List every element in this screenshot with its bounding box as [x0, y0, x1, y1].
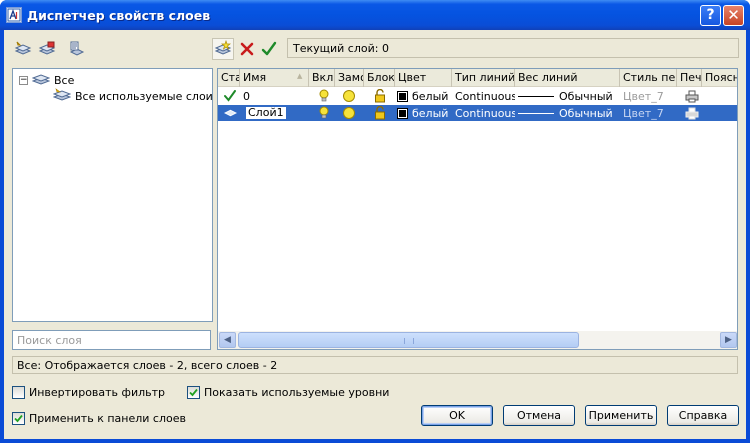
- show-used-label: Показать используемые уровни: [204, 386, 390, 399]
- new-group-filter-icon[interactable]: [36, 38, 58, 60]
- new-layer-icon[interactable]: [212, 38, 234, 60]
- linetype-cell[interactable]: Continuous: [452, 105, 515, 121]
- invert-filter-label: Инвертировать фильтр: [29, 386, 165, 399]
- layers-stack-icon: [31, 72, 51, 89]
- layer-name-cell[interactable]: 0: [240, 88, 309, 104]
- lock-open-icon[interactable]: [370, 105, 395, 121]
- apply-button[interactable]: Применить: [585, 405, 657, 426]
- color-cell[interactable]: белый: [395, 105, 452, 121]
- layer-status-icon[interactable]: [221, 105, 240, 121]
- layer-search-input[interactable]: Поиск слоя: [12, 330, 211, 350]
- set-current-icon[interactable]: [258, 38, 280, 60]
- status-bar: Все: Отображается слоев - 2, всего слоев…: [12, 356, 738, 374]
- color-name: белый: [412, 89, 449, 103]
- layer-name-cell[interactable]: Слой1: [242, 105, 309, 121]
- color-swatch: [397, 90, 408, 102]
- col-lock[interactable]: Блок: [364, 69, 395, 87]
- current-layer-label: Текущий слой: 0: [287, 38, 739, 58]
- apply-to-toolbar-label: Применить к панели слоев: [29, 412, 186, 425]
- scroll-grip: [404, 338, 414, 344]
- table-row[interactable]: 0 белый Continuous Обычный Цвет_7: [218, 88, 737, 104]
- used-layers-filter-icon: [52, 88, 72, 105]
- layer-manager-window: Диспетчер свойств слоев ? ✕ Текущий слой…: [0, 0, 750, 443]
- layer-name-edit-field[interactable]: Слой1: [245, 106, 287, 120]
- table-row[interactable]: Слой1 белый Continuous Обычный Цвет_7: [218, 105, 737, 121]
- col-name-label: Имя: [243, 71, 267, 84]
- title-bar[interactable]: Диспетчер свойств слоев ? ✕: [0, 0, 750, 30]
- show-used-checkbox[interactable]: [187, 386, 200, 399]
- dialog-body: Текущий слой: 0 − Все Все используемые с…: [4, 30, 746, 439]
- invert-filter-option[interactable]: Инвертировать фильтр: [12, 386, 165, 399]
- lineweight-sample: [518, 95, 554, 97]
- lineweight-sample: [518, 112, 554, 114]
- lineweight-cell[interactable]: Обычный: [515, 88, 620, 104]
- color-cell[interactable]: белый: [395, 88, 452, 104]
- filter-tree[interactable]: − Все Все используемые слои: [12, 68, 213, 322]
- col-description[interactable]: Поясн: [702, 69, 737, 87]
- horizontal-scrollbar[interactable]: ◀ ▶: [218, 331, 737, 349]
- ok-button[interactable]: OK: [421, 405, 493, 426]
- window-title: Диспетчер свойств слоев: [27, 8, 211, 23]
- col-color[interactable]: Цвет: [395, 69, 452, 87]
- col-linetype[interactable]: Тип линий: [452, 69, 515, 87]
- plotstyle-cell[interactable]: Цвет_7: [620, 88, 677, 104]
- layer-states-manager-icon[interactable]: [66, 38, 88, 60]
- lineweight-label: Обычный: [559, 106, 613, 120]
- lock-open-icon[interactable]: [370, 88, 395, 104]
- sun-thawed-icon[interactable]: [339, 105, 364, 121]
- grid-header: Ста Имя ▲ Вкл Замо Блок Цвет Тип линий В…: [218, 69, 737, 87]
- collapse-toggle[interactable]: −: [19, 76, 28, 85]
- cancel-button[interactable]: Отмена: [503, 405, 575, 426]
- col-name[interactable]: Имя ▲: [240, 69, 309, 87]
- col-plot[interactable]: Печ: [677, 69, 702, 87]
- layers-grid[interactable]: Ста Имя ▲ Вкл Замо Блок Цвет Тип линий В…: [217, 68, 738, 350]
- tree-item-used-layers[interactable]: Все используемые слои: [52, 88, 213, 105]
- apply-to-toolbar-checkbox[interactable]: [12, 412, 25, 425]
- new-properties-filter-icon[interactable]: [12, 38, 34, 60]
- close-button[interactable]: ✕: [723, 5, 744, 26]
- help-button[interactable]: Справка: [667, 405, 739, 426]
- col-plotstyle[interactable]: Стиль пе: [620, 69, 677, 87]
- lightbulb-on-icon[interactable]: [315, 105, 335, 121]
- plotstyle-cell[interactable]: Цвет_7: [620, 105, 677, 121]
- color-swatch: [397, 107, 408, 119]
- col-status[interactable]: Ста: [218, 69, 240, 87]
- sort-ascending-icon: ▲: [297, 72, 303, 80]
- scroll-right-icon[interactable]: ▶: [720, 332, 737, 348]
- current-layer-check-icon[interactable]: [221, 88, 240, 104]
- tree-item-all[interactable]: − Все: [19, 72, 74, 89]
- help-title-button[interactable]: ?: [700, 5, 721, 26]
- linetype-cell[interactable]: Continuous: [452, 88, 515, 104]
- lineweight-cell[interactable]: Обычный: [515, 105, 620, 121]
- lineweight-label: Обычный: [559, 89, 613, 103]
- lightbulb-on-icon[interactable]: [315, 88, 335, 104]
- scroll-left-icon[interactable]: ◀: [219, 332, 236, 348]
- show-used-option[interactable]: Показать используемые уровни: [187, 386, 389, 399]
- color-name: белый: [412, 106, 449, 120]
- tree-item-all-label: Все: [54, 74, 75, 87]
- invert-filter-checkbox[interactable]: [12, 386, 25, 399]
- printer-icon[interactable]: [682, 88, 702, 104]
- sun-thawed-icon[interactable]: [339, 88, 364, 104]
- scroll-thumb[interactable]: [238, 332, 579, 348]
- col-lineweight[interactable]: Вес линий: [515, 69, 620, 87]
- tree-item-used-layers-label: Все используемые слои: [75, 90, 213, 103]
- printer-icon[interactable]: [682, 105, 702, 121]
- autocad-app-icon: [6, 7, 22, 23]
- col-on[interactable]: Вкл: [309, 69, 335, 87]
- delete-layer-icon[interactable]: [236, 38, 258, 60]
- col-freeze[interactable]: Замо: [335, 69, 364, 87]
- apply-to-toolbar-option[interactable]: Применить к панели слоев: [12, 412, 186, 425]
